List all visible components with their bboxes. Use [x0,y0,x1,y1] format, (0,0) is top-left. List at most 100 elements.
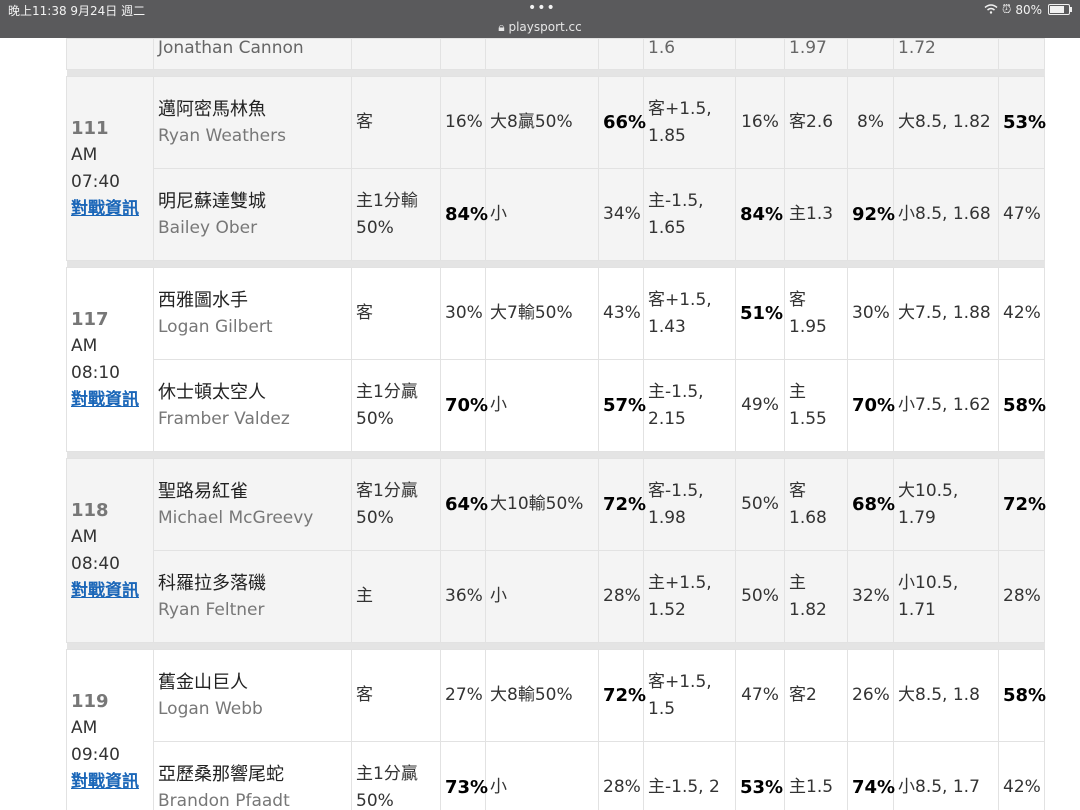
game-time: 08:40 [71,553,120,574]
odds-line-cell: 客-1.5, 1.98 [643,458,736,551]
game-separator [66,69,1045,77]
team-name[interactable]: 科羅拉多落磯 [158,570,347,597]
odds-line-cell: 小8.5, 1.7 [893,741,999,810]
odds-line-cell: 客 1.95 [784,267,848,360]
pitcher-name: Bailey Ober [158,217,258,238]
pitcher-name: Logan Webb [158,698,263,719]
team-cell: 科羅拉多落磯 Ryan Feltner [153,550,352,643]
odds-line-cell: 小 [485,168,599,261]
percent-cell: 28% [598,741,644,810]
team-cell: 舊金山巨人 Logan Webb [153,649,352,742]
game-number: 117 [71,308,109,330]
percent-cell: 66% [598,76,646,169]
game-number: 111 [71,117,109,139]
pitcher-name: Michael McGreevy [158,507,314,528]
odds-line-cell: 主1分輸50% [351,168,441,261]
matchup-info-link[interactable]: 對戰資訊 [71,199,139,219]
percent-cell: 47% [998,168,1045,261]
table-row: 111 AM 07:40 對戰資訊 邁阿密馬林魚 Ryan Weathers 客 16% 大8贏… [66,76,1046,261]
team-name[interactable]: 邁阿密馬林魚 [158,96,347,123]
team-name[interactable]: 舊金山巨人 [158,669,347,696]
percent-cell: 51% [735,267,785,360]
odds-line-cell: 大10.5, 1.79 [893,458,999,551]
odds-line-cell: 客+1.5, 1.5 [643,649,736,742]
game-time: 07:40 [71,171,120,192]
percent-cell: 43% [598,267,644,360]
spread-line: 1.6 [648,38,676,58]
percent-cell: 70% [440,359,488,452]
odds-line-cell: 主 1.82 [784,550,848,643]
matchup-info-link[interactable]: 對戰資訊 [71,390,139,410]
game-time: 09:40 [71,744,120,765]
pitcher-name: Logan Gilbert [158,316,273,337]
address-bar[interactable]: 🔒︎ playsport.cc [0,20,1080,35]
total-line: 1.72 [898,38,936,58]
table-row: 明尼蘇達雙城 Bailey Ober 主1分輸50% 84% 小 34% 主-1.5, 1.… [67,168,1045,261]
percent-cell: 84% [440,168,488,261]
odds-line-cell: 客2.6 [784,76,848,169]
percent-cell: 42% [998,267,1045,360]
percent-cell: 16% [440,76,486,169]
odds-line-cell: 客+1.5, 1.43 [643,267,736,360]
odds-line-cell: 主-1.5, 2 [643,741,736,810]
game-separator [66,642,1045,650]
odds-line-cell: 客1分贏50% [351,458,441,551]
status-time: 晚上11:38 9月24日 週二 [8,4,146,18]
game-ampm: AM [71,144,98,165]
percent-cell: 50% [735,458,785,551]
percent-cell: 8% [847,76,894,169]
pitcher-name: Ryan Weathers [158,125,286,146]
odds-line-cell: 大10輸50% [485,458,599,551]
odds-table: Jonathan Cannon 1.6 1.97 1.72 111 AM 07:40… [66,38,1046,810]
percent-cell: 27% [440,649,486,742]
percent-cell: 64% [440,458,488,551]
team-name[interactable]: 西雅圖水手 [158,287,347,314]
percent-cell: 72% [598,458,646,551]
alarm-icon: ⏰︎ [1001,2,1012,16]
table-row: 118 AM 08:40 對戰資訊 聖路易紅雀 Michael McGreevy 客1分贏5… [66,458,1046,643]
matchup-info-link[interactable]: 對戰資訊 [71,581,139,601]
game-info-cell: 119 AM 09:40 對戰資訊 [66,649,154,810]
percent-cell: 84% [735,168,785,261]
percent-cell: 30% [847,267,894,360]
pitcher-name: Brandon Pfaadt [158,790,290,810]
percent-cell: 74% [847,741,895,810]
odds-line-cell: 主+1.5, 1.52 [643,550,736,643]
odds-line-cell: 大8.5, 1.82 [893,76,999,169]
team-name[interactable]: 亞歷桑那響尾蛇 [158,761,347,788]
team-name[interactable]: 明尼蘇達雙城 [158,188,347,215]
team-name[interactable]: 聖路易紅雀 [158,478,347,505]
game-info-cell: 111 AM 07:40 對戰資訊 [66,76,154,261]
battery-icon [1048,4,1072,15]
percent-cell: 72% [998,458,1046,551]
game-info-cell: 117 AM 08:10 對戰資訊 [66,267,154,452]
battery-fill [1050,6,1065,13]
browser-menu-dots[interactable]: ••• [528,0,556,16]
odds-line-cell: 主 1.55 [784,359,848,452]
odds-line-cell: 大8輸50% [485,649,599,742]
percent-cell: 58% [998,359,1046,452]
odds-line-cell: 小7.5, 1.62 [893,359,999,452]
odds-line-cell: 客 [351,76,441,169]
team-name[interactable]: 休士頓太空人 [158,379,347,406]
lock-icon: 🔒︎ [498,20,505,34]
pitcher-name: Ryan Feltner [158,599,265,620]
percent-cell: 53% [998,76,1046,169]
game-time: 08:10 [71,362,120,383]
odds-line-cell: 主-1.5, 2.15 [643,359,736,452]
odds-line-cell: 客2 [784,649,848,742]
percent-cell: 50% [735,550,785,643]
percent-cell: 34% [598,168,644,261]
team-cell: 亞歷桑那響尾蛇 Brandon Pfaadt [153,741,352,810]
status-bar: 晚上11:38 9月24日 週二 ••• 🔒︎ playsport.cc ⏰︎ … [0,0,1080,38]
odds-line-cell: 客 [351,649,441,742]
percent-cell: 16% [735,76,785,169]
percent-cell: 73% [440,741,488,810]
odds-line-cell: 小8.5, 1.68 [893,168,999,261]
percent-cell: 58% [998,649,1046,742]
odds-line-cell: 小 [485,359,599,452]
percent-cell: 53% [735,741,785,810]
game-separator [66,451,1045,459]
odds-line-cell: 主1分贏50% [351,359,441,452]
matchup-info-link[interactable]: 對戰資訊 [71,772,139,792]
